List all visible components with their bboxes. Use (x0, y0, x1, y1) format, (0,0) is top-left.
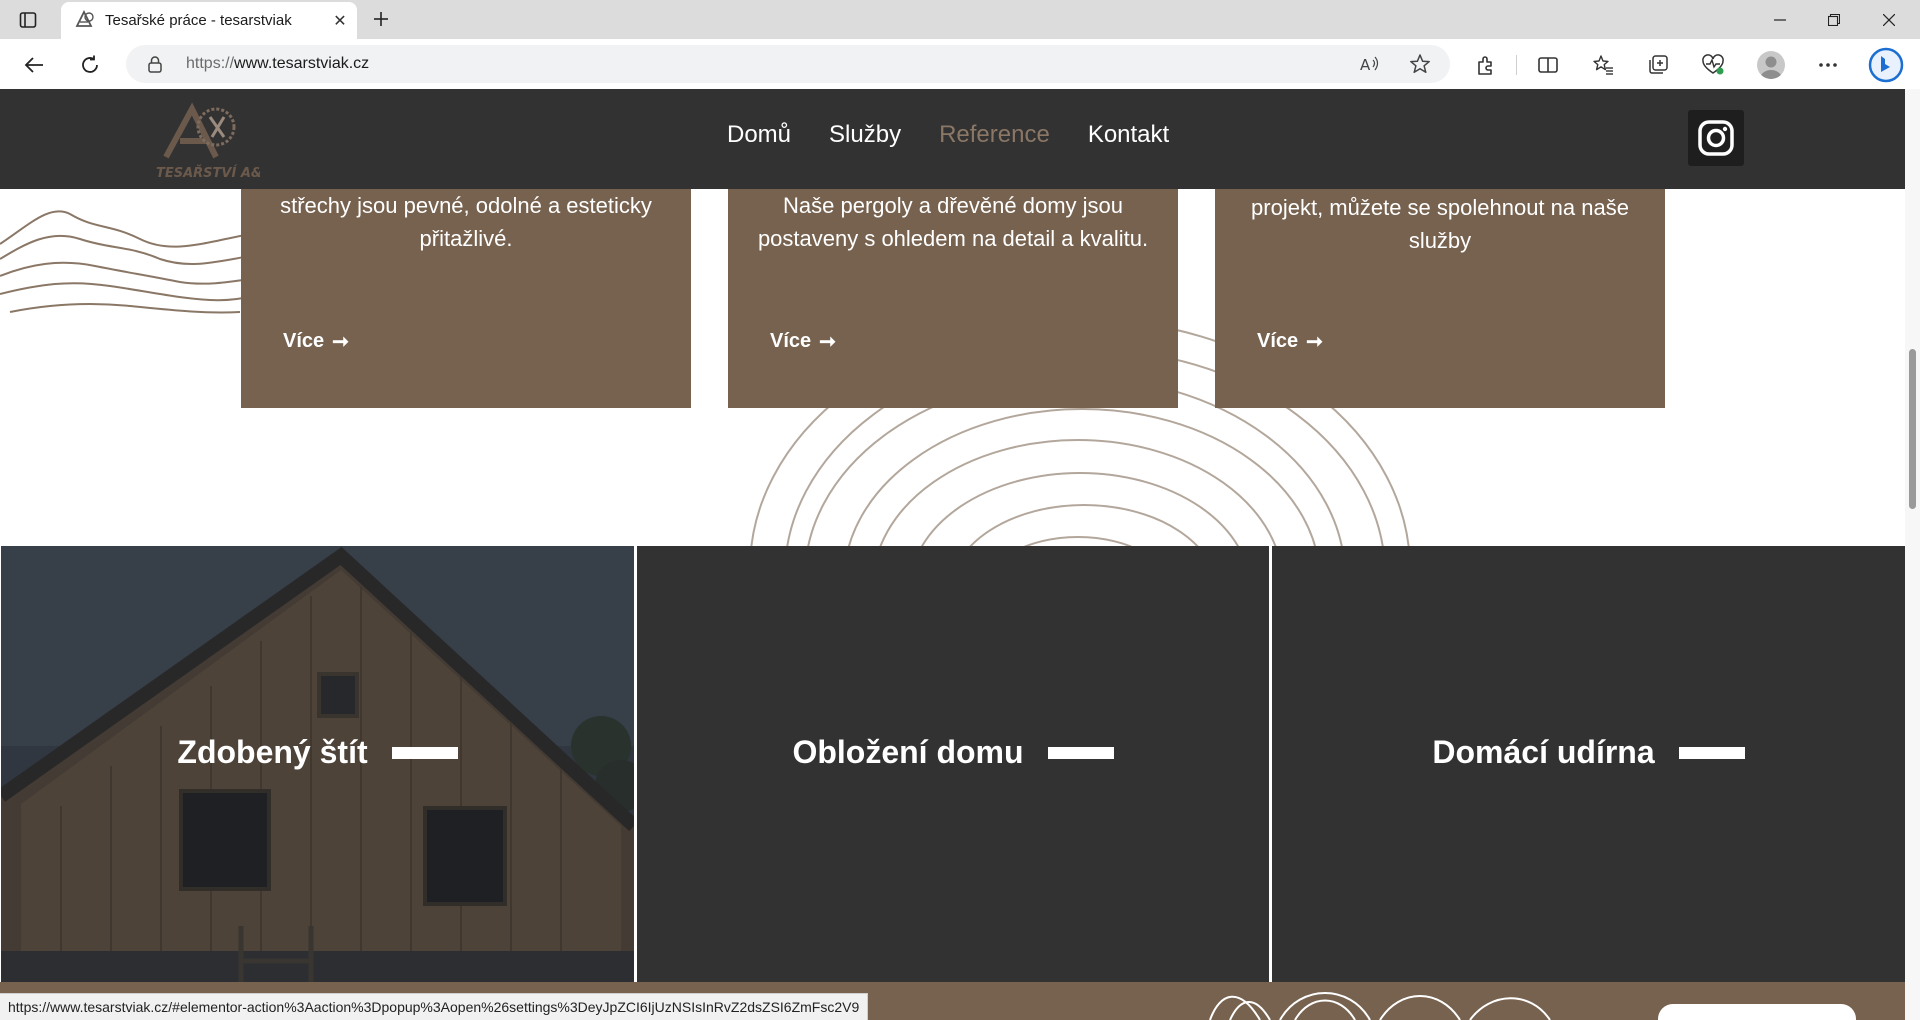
back-icon[interactable] (18, 49, 50, 81)
footer-rings-decoration (1209, 992, 1551, 1020)
main-nav: Domů Služby Reference Kontakt (727, 121, 1169, 149)
extensions-icon[interactable] (1470, 49, 1502, 81)
browser-tab[interactable]: Tesařské práce - tesarstviak ✕ (61, 2, 357, 39)
tile-dash (391, 746, 458, 759)
arrow-right-icon: ➞ (1306, 331, 1323, 353)
browser-essentials-icon[interactable] (1697, 49, 1729, 81)
favorites-icon[interactable] (1587, 49, 1619, 81)
url-text[interactable]: https://www.tesarstviak.cz (186, 55, 369, 73)
scrollbar-thumb[interactable] (1909, 349, 1916, 509)
tile-label-row: Domácí udírna (1272, 734, 1905, 771)
nav-contact[interactable]: Kontakt (1088, 121, 1169, 149)
nav-reference[interactable]: Reference (939, 121, 1050, 149)
instagram-icon[interactable] (1688, 110, 1744, 166)
nav-services[interactable]: Služby (829, 121, 901, 149)
tab-actions-icon[interactable] (16, 8, 40, 32)
plus-icon[interactable] (368, 6, 394, 32)
tab-title: Tesařské práce - tesarstviak (105, 12, 292, 29)
close-icon[interactable]: ✕ (331, 11, 349, 30)
split-screen-icon[interactable] (1532, 49, 1564, 81)
favicon (75, 9, 95, 28)
site-header: TESAŘSTVÍ A&K Domů Služby Reference Kont… (0, 89, 1905, 189)
wood-lines-decoration (0, 210, 250, 314)
page-viewport: střechy jsou pevné, odolné a esteticky p… (0, 89, 1905, 1020)
nav-home[interactable]: Domů (727, 121, 791, 149)
copilot-icon[interactable] (1866, 45, 1906, 85)
gallery-tile-2[interactable]: Obložení domu (637, 546, 1269, 1020)
arrow-right-icon: ➞ (332, 331, 349, 353)
favorite-star-icon[interactable] (1408, 52, 1432, 76)
tile-title: Domácí udírna (1432, 734, 1655, 770)
close-window-icon[interactable] (1869, 6, 1909, 34)
tile-dash (1047, 746, 1114, 759)
card-description: střechy jsou pevné, odolné a esteticky p… (280, 193, 652, 251)
tile-title: Obložení domu (792, 734, 1024, 770)
status-bar-url: https://www.tesarstviak.cz/#elementor-ac… (0, 993, 869, 1020)
tile-label-row: Zdobený štít (1, 734, 634, 771)
more-icon[interactable] (1812, 49, 1844, 81)
gallery-tile-3[interactable]: Domácí udírna (1272, 546, 1905, 1020)
svg-text:A: A (1360, 56, 1371, 74)
browser-toolbar: https://www.tesarstviak.cz A (0, 39, 1920, 90)
lock-icon[interactable] (146, 55, 164, 73)
card-description: Naše pergoly a dřevěné domy jsou postave… (757, 193, 1149, 251)
card-more-link[interactable]: Více ➞ (1257, 329, 1323, 354)
footer-button[interactable] (1658, 1004, 1856, 1020)
logo-text: TESAŘSTVÍ A&K (156, 165, 260, 181)
read-aloud-icon[interactable]: A (1358, 52, 1382, 76)
minimize-icon[interactable] (1760, 6, 1800, 34)
tile-dash (1678, 746, 1745, 759)
tile-title: Zdobený štít (177, 734, 368, 770)
profile-icon[interactable] (1757, 51, 1785, 79)
page-scrollbar[interactable] (1905, 89, 1920, 1020)
gallery-tile-1[interactable]: Zdobený štít (1, 546, 634, 1020)
tab-strip: Tesařské práce - tesarstviak ✕ (0, 0, 1920, 39)
card-more-link[interactable]: Více ➞ (283, 329, 349, 354)
collections-icon[interactable] (1642, 49, 1674, 81)
tile-label-row: Obložení domu (637, 734, 1269, 771)
address-bar[interactable]: https://www.tesarstviak.cz A (126, 45, 1450, 83)
arrow-right-icon: ➞ (819, 331, 836, 353)
site-logo[interactable]: TESAŘSTVÍ A&K (154, 97, 273, 183)
refresh-icon[interactable] (74, 49, 106, 81)
card-more-link[interactable]: Více ➞ (770, 329, 836, 354)
restore-icon[interactable] (1814, 6, 1854, 34)
toolbar-separator (1516, 55, 1517, 75)
house-gable-photo (1, 546, 634, 1020)
